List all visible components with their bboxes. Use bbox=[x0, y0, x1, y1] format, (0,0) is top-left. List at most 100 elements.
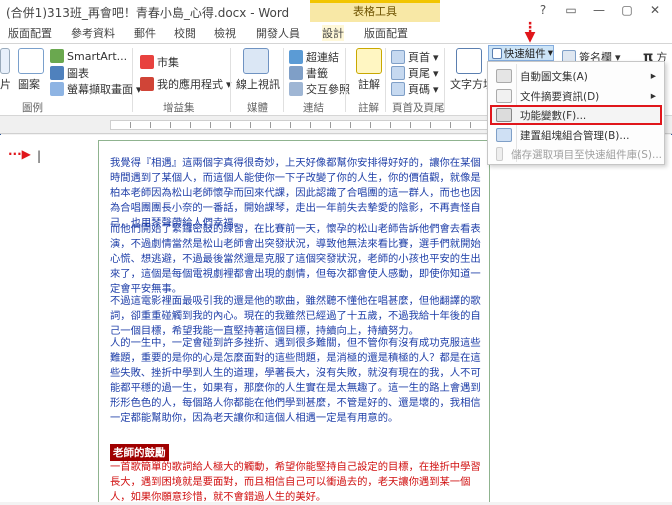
document-property-icon bbox=[496, 89, 512, 103]
header-label: 頁首 bbox=[408, 51, 430, 64]
body-paragraph-3[interactable]: 不過這電影裡面最吸引我的還是他的歌曲，雖然聽不懂他在唱甚麼，但他翻譯的歌詞，卻重… bbox=[110, 294, 484, 339]
ruler-tick bbox=[210, 122, 211, 128]
body-paragraph-1[interactable]: 我覺得『相遇』這兩個字真得很奇妙，上天好像都幫你安排得好好的，讓你在某個時間遇到… bbox=[110, 156, 484, 231]
chevron-down-icon: ▾ bbox=[433, 66, 439, 80]
ruler-tick bbox=[150, 122, 151, 128]
comment-icon bbox=[356, 48, 382, 74]
ruler-tick bbox=[250, 122, 251, 128]
screenshot-label: 螢幕擷取畫面 bbox=[67, 83, 133, 96]
chart-button[interactable]: 圖表 bbox=[50, 65, 89, 81]
my-apps-button[interactable]: 我的應用程式 ▾ bbox=[140, 76, 232, 92]
screenshot-button[interactable]: 螢幕擷取畫面 ▾ bbox=[50, 81, 142, 97]
tab-layout[interactable]: 版面配置 bbox=[8, 25, 52, 41]
menu-item-label: 功能變數(F)... bbox=[520, 109, 587, 122]
tab-mailings[interactable]: 郵件 bbox=[134, 25, 156, 41]
chevron-down-icon: ▾ bbox=[433, 82, 439, 96]
ruler-tick bbox=[470, 122, 471, 128]
group-media: 媒體 bbox=[247, 102, 268, 114]
comment-paragraph[interactable]: 一首歌簡單的歌詞給人極大的觸動，希望你能堅持自己設定的目標，在挫折中學習長大，遇… bbox=[110, 460, 484, 505]
group-separator bbox=[444, 48, 445, 112]
footer-icon bbox=[391, 66, 405, 80]
building-blocks-icon bbox=[496, 128, 512, 142]
picture-button-partial[interactable]: 片 bbox=[0, 76, 11, 92]
comment-heading[interactable]: 老師的鼓勵 bbox=[110, 444, 169, 461]
chevron-down-icon: ▾ bbox=[433, 50, 439, 64]
bookmark-icon bbox=[289, 66, 303, 80]
smartart-button[interactable]: SmartArt... bbox=[50, 49, 127, 63]
text-cursor: | bbox=[37, 149, 42, 163]
menu-item-building-blocks-organizer[interactable]: 建置組塊組合管理(B)... bbox=[490, 125, 662, 145]
smartart-label: SmartArt... bbox=[67, 49, 128, 63]
link-icon bbox=[289, 50, 303, 64]
tab-table-design[interactable]: 設計 bbox=[322, 25, 344, 41]
help-icon[interactable]: ? bbox=[530, 1, 556, 19]
picture-icon bbox=[0, 48, 10, 74]
shapes-icon bbox=[18, 48, 44, 74]
table-tools-label: 表格工具 bbox=[353, 5, 397, 18]
ruler-tick bbox=[370, 122, 371, 128]
ribbon-display-icon[interactable]: ▭ bbox=[558, 1, 584, 19]
menu-item-save-to-gallery[interactable]: 儲存選取項目至快速組件庫(S)... bbox=[490, 144, 662, 164]
hyperlink-label: 超連結 bbox=[306, 51, 339, 64]
annotation-arrow-right: ···▶ bbox=[8, 147, 31, 161]
footer-button[interactable]: 頁尾 ▾ bbox=[391, 65, 439, 81]
group-illustrations: 圖例 bbox=[22, 102, 43, 114]
shapes-button[interactable]: 圖案 bbox=[18, 76, 40, 92]
document-area[interactable]: ···▶ | 我覺得『相遇』這兩個字真得很奇妙，上天好像都幫你安排得好好的，讓你… bbox=[0, 135, 672, 505]
my-apps-icon bbox=[140, 77, 154, 91]
ruler-tick bbox=[230, 122, 231, 128]
body-paragraph-2[interactable]: 而他們開始了緊鑼密鼓的練習，在比賽前一天，懷孕的松山老師告訴他們會去看表演，不過… bbox=[110, 222, 484, 297]
group-separator bbox=[345, 48, 346, 112]
online-video-icon bbox=[243, 48, 269, 74]
smartart-icon bbox=[50, 49, 64, 63]
quick-parts-button[interactable]: 快速組件 ▾ bbox=[488, 45, 554, 61]
menu-item-field[interactable]: 功能變數(F)... bbox=[490, 105, 662, 125]
minimize-icon[interactable]: — bbox=[586, 1, 612, 19]
ruler-tick bbox=[330, 122, 331, 128]
bookmark-button[interactable]: 書籤 bbox=[289, 65, 328, 81]
group-separator bbox=[132, 48, 133, 112]
text-box-icon bbox=[456, 48, 482, 74]
page-number-label: 頁碼 bbox=[408, 83, 430, 96]
tab-references[interactable]: 參考資料 bbox=[71, 25, 115, 41]
body-paragraph-4[interactable]: 人的一生中，一定會碰到許多挫折、遇到很多難關，但不管你有沒有成功克服這些難題，重… bbox=[110, 336, 484, 425]
ruler-tick bbox=[290, 122, 291, 128]
tab-developer[interactable]: 開發人員 bbox=[256, 25, 300, 41]
group-separator bbox=[283, 48, 284, 112]
page-number-button[interactable]: 頁碼 ▾ bbox=[391, 81, 439, 97]
online-video-button[interactable]: 線上視訊 bbox=[236, 76, 280, 92]
hyperlink-button[interactable]: 超連結 bbox=[289, 49, 339, 65]
group-separator bbox=[385, 48, 386, 112]
tab-table-layout[interactable]: 版面配置 bbox=[364, 25, 408, 41]
maximize-icon[interactable]: ▢ bbox=[614, 1, 640, 19]
group-header-footer: 頁首及頁尾 bbox=[392, 102, 445, 114]
menu-item-document-property[interactable]: 文件摘要資訊(D) ▸ bbox=[490, 86, 662, 106]
screenshot-icon bbox=[50, 82, 64, 96]
cross-reference-button[interactable]: 交互參照 bbox=[289, 81, 350, 97]
comment-button[interactable]: 註解 bbox=[358, 76, 380, 92]
ruler-tick bbox=[310, 122, 311, 128]
header-icon bbox=[391, 50, 405, 64]
header-button[interactable]: 頁首 ▾ bbox=[391, 49, 439, 65]
autotext-icon bbox=[496, 69, 512, 83]
menu-item-autotext[interactable]: 自動圖文集(A) ▸ bbox=[490, 66, 662, 86]
my-apps-label: 我的應用程式 bbox=[157, 78, 223, 91]
close-icon[interactable]: ✕ bbox=[642, 1, 668, 19]
ruler-tick bbox=[270, 122, 271, 128]
submenu-arrow-icon: ▸ bbox=[650, 90, 656, 102]
ruler-tick bbox=[190, 122, 191, 128]
chart-label: 圖表 bbox=[67, 67, 89, 80]
ribbon-tabs: 版面配置 參考資料 郵件 校閱 檢視 開發人員 設計 版面配置 bbox=[0, 22, 672, 44]
table-tools-header: 表格工具 bbox=[310, 0, 440, 22]
store-button[interactable]: 市集 bbox=[140, 54, 179, 70]
save-gallery-icon bbox=[496, 147, 504, 161]
ruler-tick bbox=[430, 122, 431, 128]
cross-reference-icon bbox=[289, 82, 303, 96]
menu-item-label: 自動圖文集(A) bbox=[520, 70, 588, 83]
ruler-tick bbox=[390, 122, 391, 128]
group-separator bbox=[230, 48, 231, 112]
tab-review[interactable]: 校閱 bbox=[174, 25, 196, 41]
bookmark-label: 書籤 bbox=[306, 67, 328, 80]
chart-icon bbox=[50, 66, 64, 80]
tab-view[interactable]: 檢視 bbox=[214, 25, 236, 41]
